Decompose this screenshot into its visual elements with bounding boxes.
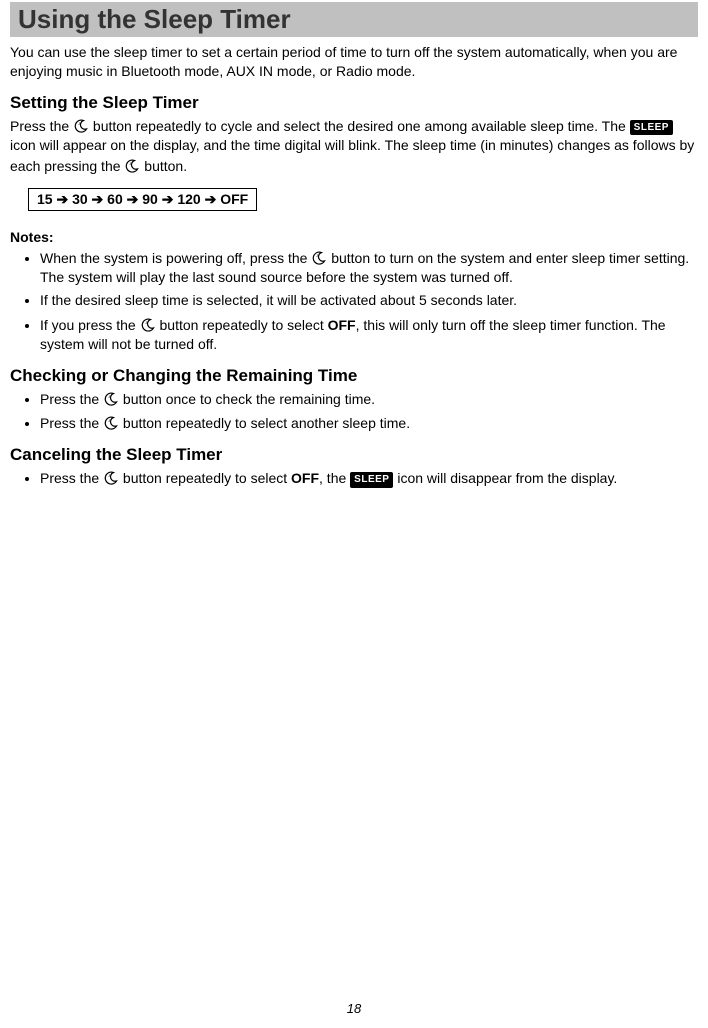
setting-paragraph: Press the button repeatedly to cycle and… [10, 115, 698, 176]
text: Press the [10, 118, 73, 134]
sleep-icon [311, 250, 327, 266]
sleep-icon [73, 118, 89, 134]
list-item: If the desired sleep time is selected, i… [40, 291, 698, 310]
page-number: 18 [0, 1001, 708, 1016]
off-text: OFF [328, 317, 356, 333]
list-item: Press the button once to check the remai… [40, 388, 698, 409]
text: icon will appear on the display, and the… [10, 137, 694, 174]
sequence-box: 15 ➔ 30 ➔ 60 ➔ 90 ➔ 120 ➔ OFF [28, 188, 257, 211]
canceling-heading: Canceling the Sleep Timer [10, 445, 698, 465]
text: If the desired sleep time is selected, i… [40, 292, 517, 308]
notes-list: When the system is powering off, press t… [10, 247, 698, 353]
notes-label: Notes: [10, 229, 698, 245]
text: Press the [40, 391, 103, 407]
text: button. [144, 158, 187, 174]
checking-heading: Checking or Changing the Remaining Time [10, 366, 698, 386]
list-item: If you press the button repeatedly to se… [40, 314, 698, 354]
text: button repeatedly to select another slee… [123, 415, 410, 431]
sleep-badge-icon: SLEEP [350, 472, 393, 488]
text: When the system is powering off, press t… [40, 250, 311, 266]
text: Press the [40, 470, 103, 486]
intro-text: You can use the sleep timer to set a cer… [10, 43, 698, 81]
sleep-badge-icon: SLEEP [630, 120, 673, 136]
off-text: OFF [291, 470, 319, 486]
text: , the [319, 470, 350, 486]
text: button once to check the remaining time. [123, 391, 375, 407]
sleep-icon [103, 470, 119, 486]
text: button repeatedly to select [123, 470, 291, 486]
text: icon will disappear from the display. [397, 470, 617, 486]
setting-heading: Setting the Sleep Timer [10, 93, 698, 113]
text: If you press the [40, 317, 140, 333]
list-item: When the system is powering off, press t… [40, 247, 698, 287]
list-item: Press the button repeatedly to select OF… [40, 467, 698, 489]
sleep-icon [103, 391, 119, 407]
page-title: Using the Sleep Timer [10, 2, 698, 37]
text: button repeatedly to select [160, 317, 328, 333]
canceling-list: Press the button repeatedly to select OF… [10, 467, 698, 489]
text: button repeatedly to cycle and select th… [93, 118, 630, 134]
sleep-icon [103, 415, 119, 431]
sleep-icon [124, 158, 140, 174]
list-item: Press the button repeatedly to select an… [40, 412, 698, 433]
sleep-icon [140, 317, 156, 333]
text: Press the [40, 415, 103, 431]
checking-list: Press the button once to check the remai… [10, 388, 698, 434]
